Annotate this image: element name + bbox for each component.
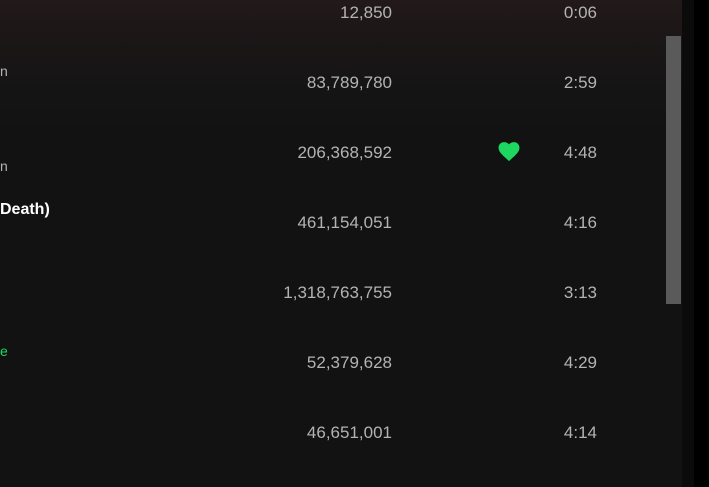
- track-row[interactable]: n 83,789,780 2:59: [0, 48, 682, 118]
- track-title[interactable]: Death): [0, 201, 50, 219]
- track-artist[interactable]: e: [0, 343, 8, 359]
- track-row[interactable]: 12,850 0:06: [0, 0, 682, 48]
- tracklist-viewport: 12,850 0:06 n 83,789,780 2:59 n 206,368,…: [0, 0, 682, 487]
- track-row[interactable]: e 52,379,628 4:29: [0, 328, 682, 398]
- track-artist[interactable]: n: [0, 63, 8, 79]
- track-row[interactable]: n 206,368,592 4:48: [0, 118, 682, 188]
- track-row[interactable]: 46,651,001 4:14: [0, 398, 682, 468]
- track-plays: 461,154,051: [297, 213, 392, 232]
- track-plays: 206,368,592: [297, 143, 392, 162]
- track-artist[interactable]: n: [0, 158, 8, 174]
- track-plays: 52,379,628: [306, 353, 392, 372]
- track-plays: 12,850: [340, 3, 392, 22]
- track-row[interactable]: 1,318,763,755 3:13: [0, 258, 682, 328]
- track-duration: 4:14: [563, 423, 597, 442]
- heart-icon[interactable]: [498, 142, 520, 162]
- track-plays: 83,789,780: [306, 73, 392, 92]
- track-duration: 0:06: [563, 3, 597, 22]
- track-duration: 4:48: [563, 143, 597, 162]
- panel-divider: [682, 0, 694, 487]
- track-duration: 4:29: [563, 353, 597, 372]
- track-duration: 4:16: [563, 213, 597, 232]
- track-plays: 46,651,001: [306, 423, 392, 442]
- track-plays: 1,318,763,755: [283, 283, 392, 302]
- scrollbar-thumb[interactable]: [666, 36, 681, 304]
- track-row[interactable]: Death) 461,154,051 4:16: [0, 188, 682, 258]
- track-duration: 3:13: [563, 283, 597, 302]
- track-duration: 2:59: [563, 73, 597, 92]
